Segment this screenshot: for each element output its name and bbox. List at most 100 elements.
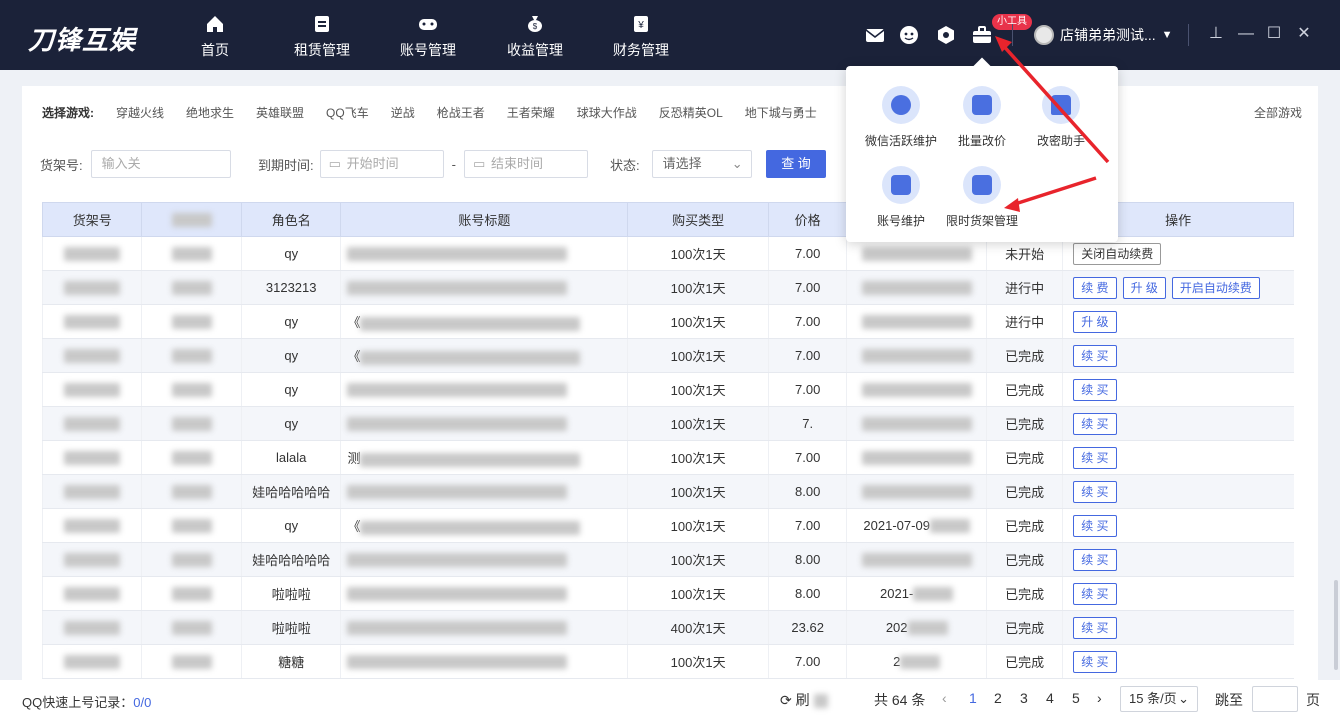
nav-home[interactable]: 首页	[170, 0, 260, 70]
caret-down-icon: ▼	[1161, 29, 1173, 41]
cell-ops: 续 买	[1062, 508, 1294, 543]
mail-icon[interactable]	[864, 24, 886, 46]
cell-time	[846, 270, 987, 305]
all-games-link[interactable]: 全部游戏	[1254, 104, 1302, 121]
redacted	[171, 587, 212, 602]
qq-record[interactable]: QQ快速上号记录：0/0	[22, 692, 151, 711]
game-option[interactable]: QQ飞车	[326, 104, 369, 121]
nav-rental[interactable]: 租赁管理	[277, 0, 367, 70]
close-icon[interactable]: ✕	[1294, 24, 1314, 44]
row-action-button[interactable]: 续 买	[1073, 446, 1117, 469]
page-button[interactable]: 1	[969, 690, 977, 706]
game-option[interactable]: 枪战王者	[437, 104, 485, 121]
toolbox-icon[interactable]	[971, 24, 993, 46]
cell-status: 已完成	[986, 576, 1063, 611]
prev-page-button[interactable]: ‹	[942, 690, 947, 706]
redacted	[347, 281, 568, 296]
customer-service-icon[interactable]	[898, 24, 920, 46]
game-option[interactable]: 王者荣耀	[507, 104, 555, 121]
cell-price: 7.00	[768, 372, 847, 407]
scrollbar[interactable]	[1334, 580, 1338, 670]
tool-account-maintain[interactable]: 账号维护	[856, 166, 946, 229]
redacted	[171, 485, 212, 500]
game-option[interactable]: 球球大作战	[577, 104, 637, 121]
row-action-button[interactable]: 关闭自动续费	[1073, 242, 1162, 265]
cell-ops: 续 买	[1062, 474, 1294, 509]
refresh-button[interactable]: ⟳ 刷	[780, 690, 828, 710]
cell-price: 7.00	[768, 644, 847, 679]
row-action-button[interactable]: 升 级	[1122, 276, 1166, 299]
redacted	[347, 247, 568, 262]
nav-income-label: 收益管理	[507, 42, 563, 58]
game-option[interactable]: 穿越火线	[116, 104, 164, 121]
cell-shelf-no	[41, 440, 142, 475]
nav-account[interactable]: 账号管理	[383, 0, 473, 70]
cell-time	[846, 372, 987, 407]
row-action-button[interactable]: 续 买	[1073, 514, 1117, 537]
game-option[interactable]: 逆战	[391, 104, 415, 121]
row-action-button[interactable]: 升 级	[1073, 310, 1117, 333]
game-option[interactable]: 英雄联盟	[256, 104, 304, 121]
page-button[interactable]: 4	[1046, 690, 1054, 706]
redacted	[347, 553, 568, 568]
redacted	[861, 553, 972, 568]
cell-shelf-no	[41, 270, 142, 305]
cell-role: qy	[240, 304, 341, 339]
row-action-button[interactable]: 续 买	[1073, 344, 1117, 367]
tool-timed-shelf[interactable]: 限时货架管理	[937, 166, 1027, 229]
nav-income[interactable]: $ 收益管理	[490, 0, 580, 70]
cell-role: qy	[240, 372, 341, 407]
row-action-button[interactable]: 续 费	[1073, 276, 1117, 299]
cell-buy-type: 100次1天	[627, 338, 769, 373]
tool-batch-price[interactable]: 批量改价	[937, 86, 1027, 149]
tool-password-helper[interactable]: 改密助手	[1016, 86, 1106, 149]
row-action-button[interactable]: 开启自动续费	[1171, 276, 1260, 299]
cell-title	[340, 610, 628, 645]
redacted	[347, 655, 568, 670]
row-action-button[interactable]: 续 买	[1073, 480, 1117, 503]
cell-hidden	[141, 406, 242, 441]
status-select[interactable]: 请选择 ⌄	[651, 150, 752, 178]
goto-page-input[interactable]	[1252, 686, 1298, 712]
redacted	[171, 349, 212, 364]
cell-title	[340, 542, 628, 577]
cell-ops: 续 买	[1062, 440, 1294, 475]
tool-wechat-maintain[interactable]: 微信活跃维护	[856, 86, 946, 149]
nav-finance[interactable]: ¥ 财务管理	[596, 0, 686, 70]
user-menu[interactable]: 店铺弟弟测试... ▼	[1034, 25, 1173, 45]
cell-ops: 续 买	[1062, 610, 1294, 645]
col-header: 角色名	[240, 202, 342, 237]
cell-shelf-no	[41, 304, 142, 339]
refresh-label: 刷	[795, 692, 810, 708]
cell-time	[846, 542, 987, 577]
page-button[interactable]: 5	[1072, 690, 1080, 706]
game-option[interactable]: 反恐精英OL	[659, 104, 723, 121]
row-action-button[interactable]: 续 买	[1073, 650, 1117, 673]
row-action-button[interactable]: 续 买	[1073, 548, 1117, 571]
cell-status: 已完成	[986, 644, 1063, 679]
minimize-icon[interactable]: —	[1236, 24, 1256, 44]
row-action-button[interactable]: 续 买	[1073, 582, 1117, 605]
row-action-button[interactable]: 续 买	[1073, 616, 1117, 639]
row-action-button[interactable]: 续 买	[1073, 378, 1117, 401]
page-button[interactable]: 3	[1020, 690, 1028, 706]
pin-icon[interactable]: ⊥	[1206, 24, 1226, 44]
redacted	[64, 417, 121, 432]
page-button[interactable]: 2	[994, 690, 1002, 706]
maximize-icon[interactable]: ☐	[1264, 24, 1284, 44]
cell-price: 8.00	[768, 474, 847, 509]
cell-role: qy	[240, 236, 341, 271]
shelf-input[interactable]: 输入关	[90, 150, 231, 178]
row-action-button[interactable]: 续 买	[1073, 412, 1117, 435]
query-button[interactable]: 查 询	[766, 150, 826, 178]
settings-hex-icon[interactable]	[935, 24, 957, 46]
redacted	[861, 383, 972, 398]
end-date-input[interactable]: ▭ 结束时间	[463, 150, 588, 178]
game-option[interactable]: 绝地求生	[186, 104, 234, 121]
redacted	[171, 383, 212, 398]
next-page-button[interactable]: ›	[1097, 690, 1102, 706]
chevron-down-icon: ⌄	[731, 156, 743, 171]
page-size-select[interactable]: 15 条/页 ⌄	[1120, 686, 1198, 712]
start-date-input[interactable]: ▭ 开始时间	[319, 150, 444, 178]
game-option[interactable]: 地下城与勇士	[745, 104, 817, 121]
